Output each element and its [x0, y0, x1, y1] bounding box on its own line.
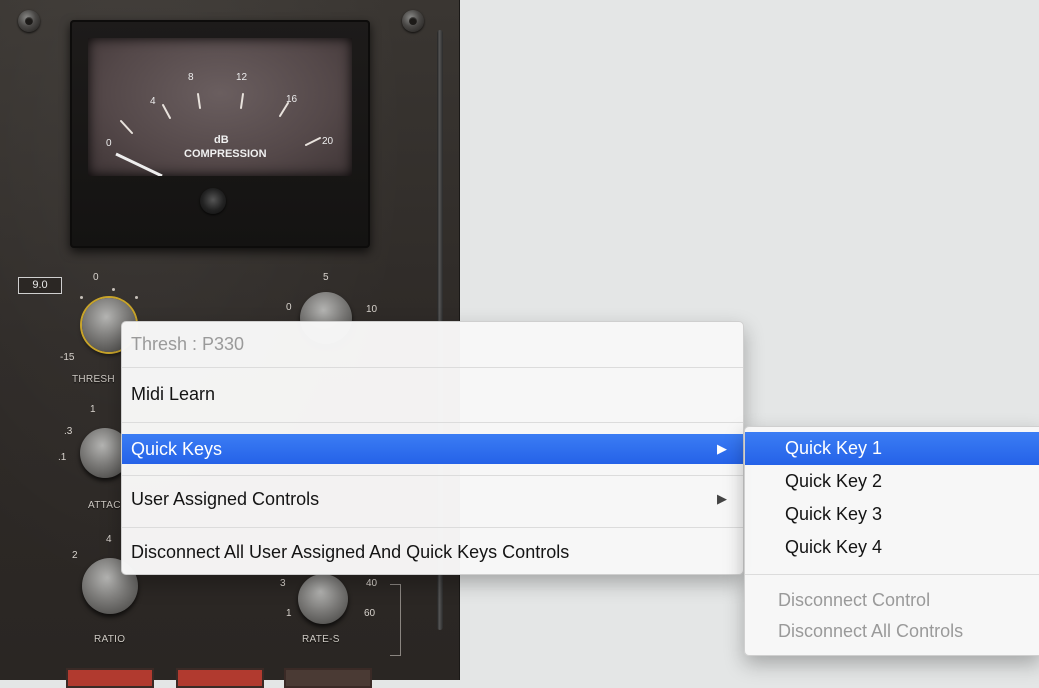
scale-dot	[135, 296, 138, 299]
tick-0	[120, 120, 133, 134]
quick-keys-submenu: Quick Key 1 Quick Key 2 Quick Key 3 Quic…	[744, 426, 1039, 656]
submenu-item-disconnect-all-controls: Disconnect All Controls	[778, 621, 964, 641]
attack-scale-01: .1	[58, 452, 67, 463]
knob2-scale-min: 0	[286, 302, 292, 313]
bottom-button-3[interactable]	[284, 668, 372, 688]
menu-item-label: Disconnect All User Assigned And Quick K…	[131, 542, 570, 562]
rate-scale-60: 60	[364, 608, 376, 619]
menu-item-user-assigned-controls[interactable]: User Assigned Controls ▶	[122, 484, 743, 514]
meter-label-4: 4	[150, 96, 156, 107]
bottom-button-1[interactable]	[66, 668, 154, 688]
screw-top-left	[18, 10, 40, 32]
thresh-scale-min: -15	[60, 352, 75, 363]
meter-face: 0 4 8 12 16 20 dB COMPRESSION	[88, 38, 352, 176]
bottom-button-2[interactable]	[176, 668, 264, 688]
attack-scale-1: 1	[90, 404, 96, 415]
menu-item-midi-learn[interactable]: Midi Learn	[122, 379, 743, 409]
attack-scale-03: .3	[64, 426, 73, 437]
compression-meter: 0 4 8 12 16 20 dB COMPRESSION	[70, 20, 370, 248]
menu-item-label: Quick Keys	[131, 439, 223, 459]
menu-item-label: Midi Learn	[131, 384, 216, 404]
submenu-arrow-icon: ▶	[717, 491, 727, 506]
meter-label-0: 0	[106, 138, 112, 149]
meter-label-16: 16	[286, 94, 298, 105]
submenu-arrow-icon: ▶	[717, 441, 727, 456]
tick-4	[162, 104, 171, 119]
submenu-item-quick-key-2[interactable]: Quick Key 2	[745, 465, 1039, 498]
screw-top-right	[402, 10, 424, 32]
thresh-scale-top: 0	[93, 272, 99, 283]
ratio-label: RATIO	[94, 634, 126, 645]
menu-separator	[122, 475, 743, 476]
thresh-label: THRESH	[72, 374, 115, 385]
submenu-item-disconnect-control: Disconnect Control	[778, 590, 931, 610]
menu-separator	[122, 422, 743, 423]
meter-needle	[115, 152, 163, 176]
menu-separator	[122, 527, 743, 528]
tick-12	[240, 93, 244, 109]
submenu-item-quick-key-4[interactable]: Quick Key 4	[745, 531, 1039, 564]
scale-dot	[80, 296, 83, 299]
knob2-scale-top: 5	[323, 272, 329, 283]
meter-unit: dB	[214, 134, 229, 146]
rate-label: RATE-S	[302, 634, 340, 645]
rate-knob[interactable]	[298, 574, 348, 624]
tick-8	[197, 93, 201, 109]
context-menu: Thresh : P330 Midi Learn Quick Keys ▶ Us…	[121, 321, 744, 575]
meter-label-12: 12	[236, 72, 248, 83]
attack-label: ATTAC	[88, 500, 121, 511]
submenu-separator	[745, 574, 1039, 575]
submenu-item-quick-key-3[interactable]: Quick Key 3	[745, 498, 1039, 531]
rate-scale-40: 40	[366, 578, 378, 589]
meter-label: COMPRESSION	[184, 148, 267, 160]
scale-dot	[112, 288, 115, 291]
scale-bracket	[390, 584, 401, 656]
menu-title: Thresh : P330	[131, 334, 245, 354]
knob2-scale-max: 10	[366, 304, 378, 315]
meter-adjust-screw	[200, 188, 226, 214]
ratio-scale-2: 2	[72, 550, 78, 561]
threshold-value-display: 9.0	[18, 277, 62, 294]
menu-item-disconnect-all[interactable]: Disconnect All User Assigned And Quick K…	[122, 537, 743, 567]
menu-item-label: User Assigned Controls	[131, 489, 320, 509]
menu-item-quick-keys[interactable]: Quick Keys ▶	[122, 434, 743, 464]
meter-label-8: 8	[188, 72, 194, 83]
menu-separator	[122, 367, 743, 368]
tick-20	[305, 137, 321, 146]
ratio-scale-4: 4	[106, 534, 112, 545]
submenu-item-quick-key-1[interactable]: Quick Key 1	[745, 432, 1039, 465]
rate-scale-3: 3	[280, 578, 286, 589]
meter-label-20: 20	[322, 136, 334, 147]
rate-scale-1: 1	[286, 608, 292, 619]
